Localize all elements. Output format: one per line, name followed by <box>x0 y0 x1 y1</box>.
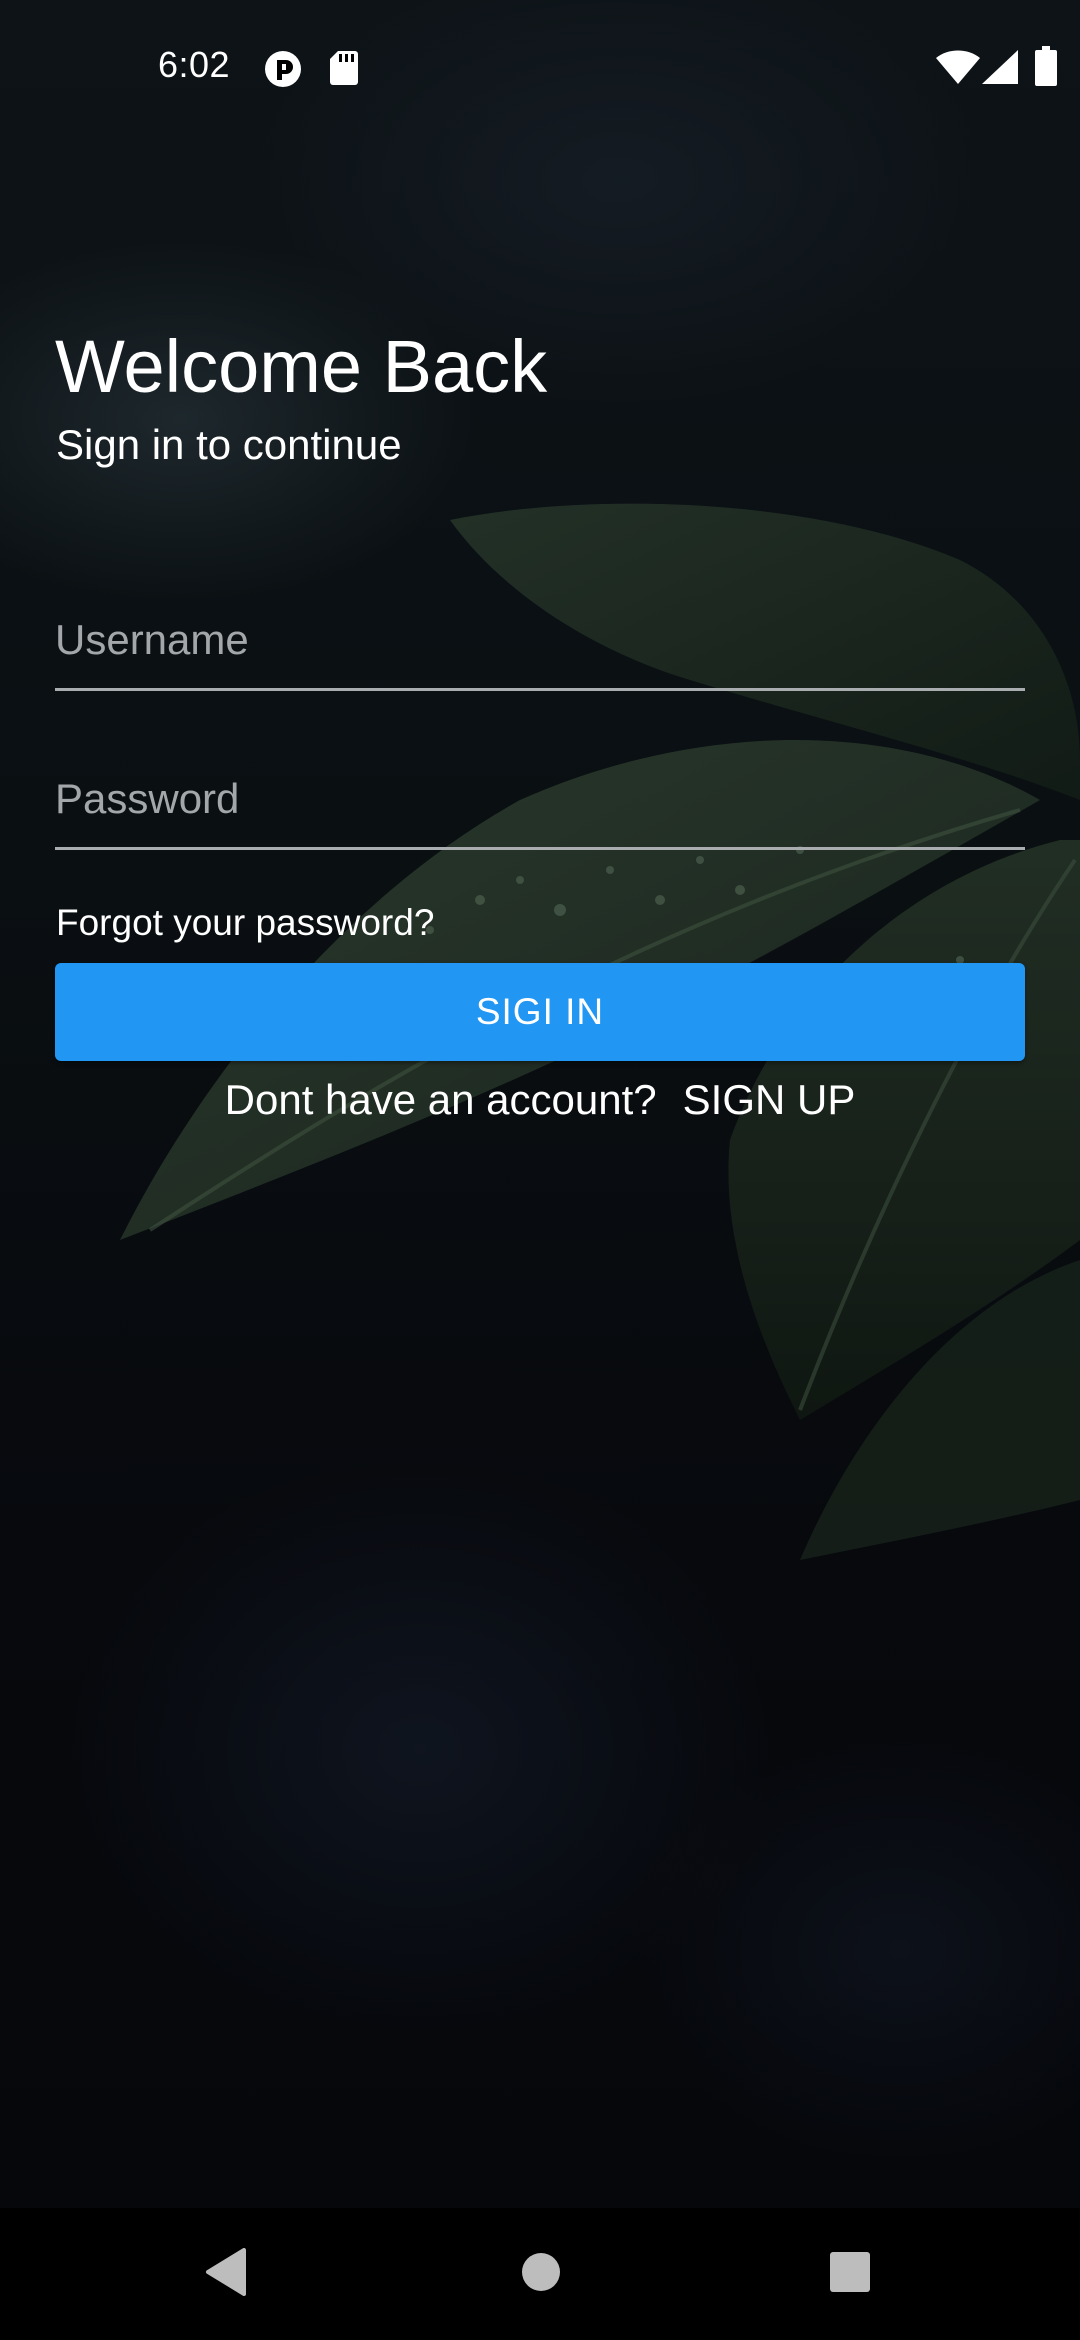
back-button[interactable] <box>156 2208 296 2340</box>
back-icon <box>204 2247 248 2301</box>
forgot-password-link[interactable]: Forgot your password? <box>56 902 434 944</box>
recents-button[interactable] <box>780 2208 920 2340</box>
page-title: Welcome Back <box>55 325 548 408</box>
page-subtitle: Sign in to continue <box>56 421 402 468</box>
battery-icon <box>1035 46 1057 91</box>
status-bar: 6:02 <box>0 0 1080 138</box>
wifi-icon <box>936 50 980 89</box>
login-screen: 6:02 Welcome Back Sign in to continue Us… <box>0 0 1080 2340</box>
signup-row: Dont have an account? SIGN UP <box>0 1076 1080 1124</box>
username-input[interactable] <box>55 610 1025 670</box>
recents-icon <box>829 2251 871 2298</box>
password-field[interactable] <box>55 747 1025 850</box>
cell-signal-icon <box>982 50 1018 89</box>
sign-in-button[interactable]: SIGI IN <box>55 963 1025 1061</box>
notification-app-icon <box>264 50 302 93</box>
home-icon <box>520 2251 562 2298</box>
signup-prompt: Dont have an account? <box>224 1076 657 1123</box>
sd-card-icon <box>330 51 358 90</box>
sign-up-link[interactable]: SIGN UP <box>683 1076 856 1124</box>
password-input[interactable] <box>55 769 1025 829</box>
username-field[interactable] <box>55 588 1025 691</box>
status-time: 6:02 <box>158 44 231 85</box>
home-button[interactable] <box>471 2208 611 2340</box>
navigation-bar <box>0 2208 1080 2340</box>
